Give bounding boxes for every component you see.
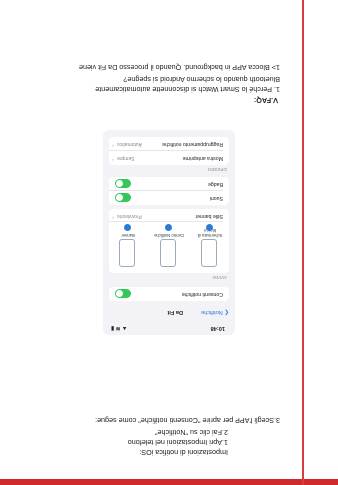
banner-style-value[interactable]: Provvisorio	[117, 213, 142, 219]
notification-center-radio[interactable]	[165, 224, 173, 231]
rotated-content: Impostazioni di notifica iOS: 1.Apri Imp…	[0, 0, 338, 485]
chevron-left-icon: ❮	[224, 309, 229, 315]
iphone-screenshot: 10:48 ▲ ≋ ▮ ❮ Notifiche Da Fit Consenti …	[103, 130, 235, 335]
sounds-label: Suoni	[209, 195, 223, 201]
ios-settings-heading: Impostazioni di notifica iOS:	[139, 448, 228, 457]
options-section-header: OPZIONI	[208, 167, 227, 172]
top-accent-bar	[0, 479, 338, 485]
faq-title: Ⅴ.FAQ:	[253, 96, 278, 105]
grouping-value[interactable]: Automatico	[117, 141, 142, 147]
notification-center-label: Centro Notifiche	[153, 233, 185, 238]
divider	[109, 150, 223, 151]
show-previews-label: Mostra anteprime	[182, 155, 223, 161]
banner-style-label: Stile banner	[195, 213, 223, 219]
banner-label: Banner	[121, 233, 135, 238]
faq-question-1-line-1: 1. Perché lo Smart Watch si disconnette …	[95, 85, 280, 94]
allow-notifications-row: Consenti notifiche	[109, 287, 229, 301]
allow-notifications-label: Consenti notifiche	[181, 291, 223, 297]
faq-answer-1: 1> Blocca APP in background. Quando il p…	[78, 63, 280, 72]
notification-center-preview-icon	[160, 239, 176, 267]
faq-question-1-line-2: Bluetooth quando lo schermo Android si s…	[123, 75, 280, 84]
divider	[109, 190, 223, 191]
chevron-right-icon: ›	[112, 214, 114, 220]
sounds-toggle[interactable]	[115, 193, 131, 203]
step-1: 1.Apri Impostazioni nel telefono	[127, 438, 228, 447]
divider	[109, 221, 223, 222]
chevron-right-icon: ›	[112, 142, 114, 148]
step-3: 3.Scegli l'APP per aprire "Consenti noti…	[95, 416, 280, 425]
alerts-card: Schermata di blocco Centro Notifiche Ban…	[109, 209, 229, 273]
chevron-right-icon: ›	[112, 156, 114, 162]
status-icons: ▲ ≋ ▮	[111, 325, 128, 331]
back-label: Notifiche	[200, 309, 223, 315]
badge-toggle[interactable]	[115, 179, 131, 189]
banner-radio[interactable]	[124, 224, 132, 231]
alerts-section-header: AVVISI	[212, 275, 227, 280]
step-2: 2.Fai clic su "Notifiche"	[154, 428, 228, 437]
lock-screen-preview-icon	[201, 239, 217, 267]
grouping-label: Raggruppamento notifiche	[162, 141, 223, 147]
margin-line	[302, 0, 304, 485]
allow-notifications-toggle[interactable]	[115, 289, 131, 299]
badge-label: Badge	[207, 181, 223, 187]
page: Impostazioni di notifica iOS: 1.Apri Imp…	[0, 0, 338, 485]
app-title: Da Fit	[167, 309, 183, 315]
status-time: 10:48	[210, 325, 225, 331]
show-previews-value[interactable]: Sempre	[117, 155, 135, 161]
back-button[interactable]: ❮ Notifiche	[201, 309, 229, 315]
sounds-badge-card: Suoni Badge	[109, 177, 229, 205]
banner-preview-icon	[119, 239, 135, 267]
options-card: Mostra anteprime Sempre › Raggruppamento…	[109, 137, 229, 165]
